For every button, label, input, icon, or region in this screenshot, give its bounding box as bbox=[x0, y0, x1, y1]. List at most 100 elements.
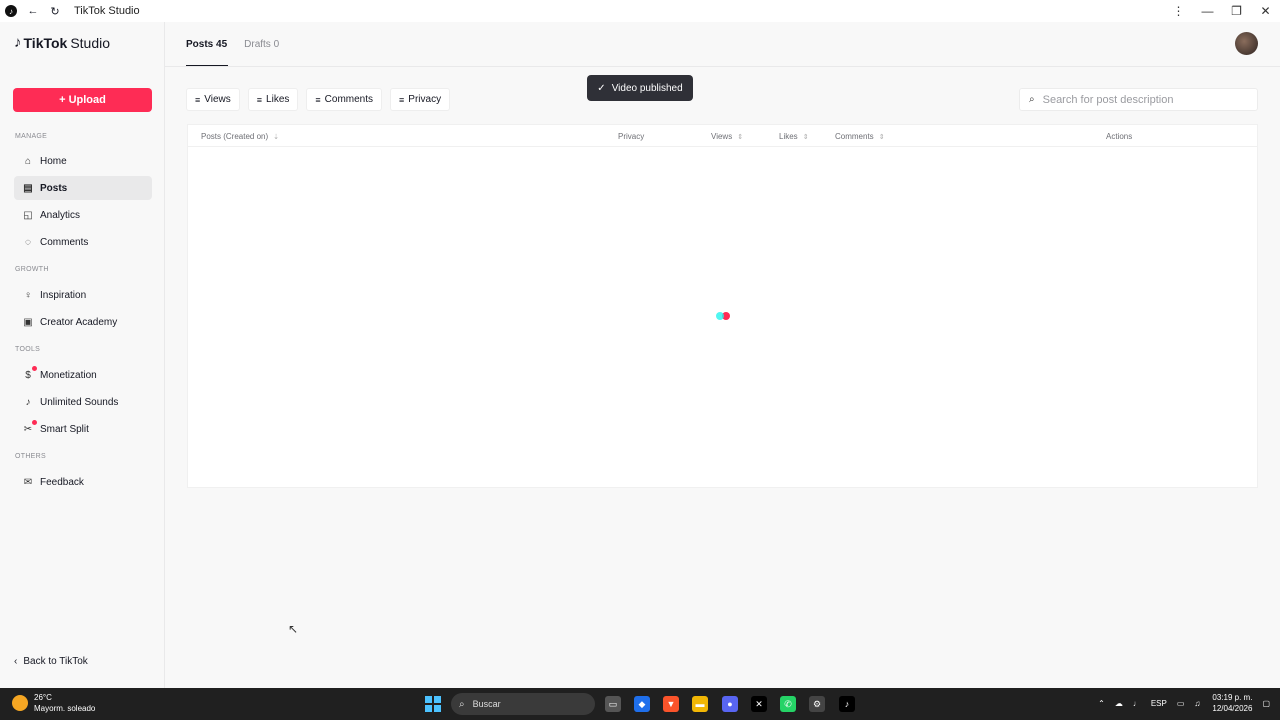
filter-icon: ≡ bbox=[195, 94, 201, 105]
sidebar-item-label: Home bbox=[40, 155, 67, 167]
brand-logo[interactable]: ♪ TikTok Studio bbox=[14, 34, 110, 51]
reload-icon[interactable]: ↻ bbox=[44, 0, 66, 22]
capcut-icon[interactable]: ✕ bbox=[751, 696, 767, 712]
sidebar-item-monetization[interactable]: $ Monetization bbox=[14, 363, 152, 387]
sidebar-item-analytics[interactable]: ◱ Analytics bbox=[14, 203, 152, 227]
filter-icon: ≡ bbox=[315, 94, 321, 105]
more-options-icon[interactable]: ⋮ bbox=[1164, 0, 1193, 22]
column-label: Views bbox=[711, 132, 733, 141]
filter-likes-button[interactable]: ≡ Likes bbox=[247, 88, 299, 111]
column-comments[interactable]: Comments ⇕ bbox=[835, 132, 885, 141]
sort-icon: ⇕ bbox=[878, 133, 885, 141]
search-icon: ⌕ bbox=[1029, 94, 1035, 105]
filter-bar: ≡ Views ≡ Likes ≡ Comments ≡ Privacy bbox=[186, 88, 458, 111]
column-likes[interactable]: Likes ⇕ bbox=[779, 132, 809, 141]
clock-time: 03:19 p. m. bbox=[1212, 693, 1253, 702]
weather-widget[interactable]: 26°C Mayorm. soleado bbox=[12, 692, 95, 714]
copilot-icon[interactable]: ◆ bbox=[634, 696, 650, 712]
sidebar-item-label: Creator Academy bbox=[40, 316, 118, 328]
close-button[interactable]: ✕ bbox=[1251, 0, 1280, 22]
post-tabs: Posts 45 Drafts 0 bbox=[186, 22, 296, 67]
whatsapp-icon[interactable]: ✆ bbox=[780, 696, 796, 712]
section-manage: MANAGE bbox=[15, 133, 48, 140]
column-privacy: Privacy bbox=[618, 132, 644, 141]
weather-temp: 26°C bbox=[34, 693, 52, 702]
section-growth: GROWTH bbox=[15, 266, 49, 273]
discord-icon[interactable]: ● bbox=[722, 696, 738, 712]
column-label: Likes bbox=[779, 132, 798, 141]
plus-icon: + bbox=[59, 94, 66, 106]
filter-icon: ≡ bbox=[256, 94, 263, 105]
lightbulb-icon: ♀ bbox=[24, 289, 32, 301]
weather-desc: Mayorm. soleado bbox=[34, 704, 96, 713]
volume-icon[interactable]: ♫ bbox=[1194, 699, 1200, 708]
home-icon: ⌂ bbox=[24, 155, 32, 167]
title-bar: ♪ ← ↻ TikTok Studio ⋮ — ❐ ✕ bbox=[0, 0, 1280, 22]
taskbar-search[interactable]: ⌕ Buscar bbox=[451, 693, 595, 715]
search-input[interactable] bbox=[1042, 93, 1243, 106]
filter-privacy-button[interactable]: ≡ Privacy bbox=[390, 88, 451, 111]
column-label: Privacy bbox=[618, 132, 645, 141]
dollar-icon: $ bbox=[22, 366, 37, 381]
tab-posts[interactable]: Posts 45 bbox=[186, 22, 229, 67]
column-views[interactable]: Views ⇕ bbox=[711, 132, 743, 141]
tab-drafts[interactable]: Drafts 0 bbox=[244, 22, 279, 67]
posts-icon: ▤ bbox=[23, 182, 33, 194]
sidebar-item-comments[interactable]: ◌ Comments bbox=[14, 230, 152, 254]
steam-icon[interactable]: ⚙ bbox=[809, 696, 825, 712]
toast-text: Video published bbox=[611, 82, 683, 94]
section-others: OTHERS bbox=[15, 453, 46, 460]
main-content: Posts 45 Drafts 0 ≡ Views ≡ Likes ≡ Comm… bbox=[165, 22, 1280, 688]
notification-icon[interactable]: ▢ bbox=[1262, 699, 1270, 708]
column-label: Posts (Created on) bbox=[201, 132, 269, 141]
file-explorer-icon[interactable]: ▬ bbox=[692, 696, 708, 712]
back-arrow-icon[interactable]: ← bbox=[22, 0, 44, 22]
column-posts[interactable]: Posts (Created on) ⇣ bbox=[201, 132, 279, 141]
back-to-tiktok-link[interactable]: ‹ Back to TikTok bbox=[14, 656, 88, 667]
sort-icon: ⇕ bbox=[802, 133, 809, 141]
tiktok-taskbar-icon[interactable]: ♪ bbox=[839, 696, 855, 712]
chevron-up-icon[interactable]: ⌃ bbox=[1098, 699, 1105, 708]
sidebar-item-label: Monetization bbox=[40, 369, 97, 381]
mail-icon: ✉ bbox=[23, 476, 33, 488]
sidebar-item-label: Unlimited Sounds bbox=[40, 396, 119, 408]
language-indicator[interactable]: ESP bbox=[1151, 699, 1167, 708]
sidebar-item-inspiration[interactable]: ♀ Inspiration bbox=[14, 283, 152, 307]
sidebar-item-posts[interactable]: ▤ Posts bbox=[14, 176, 152, 200]
upload-label: Upload bbox=[68, 94, 106, 106]
taskbar-search-label: Buscar bbox=[472, 699, 501, 709]
chevron-left-icon: ‹ bbox=[14, 656, 18, 667]
sidebar-item-creator-academy[interactable]: ▣ Creator Academy bbox=[14, 310, 152, 334]
mouse-cursor-icon: ↖ bbox=[288, 622, 299, 636]
filter-icon: ≡ bbox=[399, 94, 405, 105]
brand-sub: Studio bbox=[70, 34, 111, 51]
brave-browser-icon[interactable]: ▼ bbox=[663, 696, 679, 712]
sidebar-item-home[interactable]: ⌂ Home bbox=[14, 149, 152, 173]
network-icon[interactable]: ▭ bbox=[1177, 699, 1185, 708]
search-box: ⌕ bbox=[1019, 88, 1258, 111]
clock[interactable]: 03:19 p. m. 12/04/2026 bbox=[1212, 692, 1252, 714]
section-tools: TOOLS bbox=[15, 346, 41, 353]
app-icon: ♪ bbox=[0, 0, 22, 22]
restore-button[interactable]: ❐ bbox=[1222, 0, 1251, 22]
scissors-icon: ✂ bbox=[22, 420, 37, 435]
filter-comments-button[interactable]: ≡ Comments bbox=[306, 88, 383, 111]
onedrive-icon[interactable]: ☁ bbox=[1115, 699, 1123, 708]
filter-label: Likes bbox=[266, 94, 290, 105]
sidebar-item-smart-split[interactable]: ✂ Smart Split bbox=[14, 417, 152, 441]
windows-start-icon[interactable] bbox=[425, 696, 441, 712]
microphone-icon[interactable]: ♩ bbox=[1133, 699, 1141, 708]
filter-views-button[interactable]: ≡ Views bbox=[186, 88, 240, 111]
minimize-button[interactable]: — bbox=[1193, 0, 1222, 22]
task-view-icon[interactable]: ▭ bbox=[605, 696, 621, 712]
search-icon: ⌕ bbox=[459, 698, 465, 710]
sidebar-item-feedback[interactable]: ✉ Feedback bbox=[14, 470, 152, 494]
toast-notification: ✓ Video published bbox=[587, 75, 693, 101]
sun-icon bbox=[12, 695, 28, 711]
filter-label: Views bbox=[204, 94, 231, 105]
sidebar-item-unlimited-sounds[interactable]: ♪ Unlimited Sounds bbox=[14, 390, 152, 414]
column-label: Comments bbox=[835, 132, 874, 141]
sort-icon: ⇣ bbox=[273, 133, 280, 141]
upload-button[interactable]: + Upload bbox=[13, 88, 152, 112]
avatar[interactable] bbox=[1235, 32, 1258, 55]
